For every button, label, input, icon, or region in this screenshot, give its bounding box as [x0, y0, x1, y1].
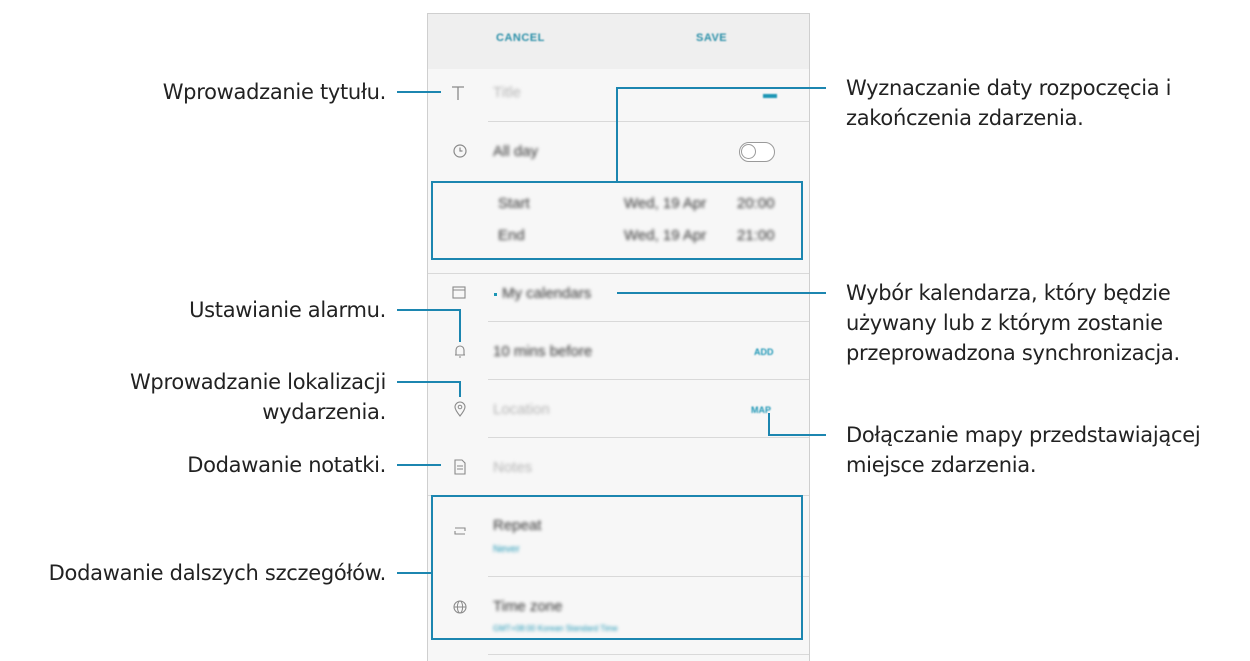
callout-calendar-line3: przeprowadzona synchronizacja. — [846, 341, 1180, 365]
all-day-toggle[interactable] — [739, 142, 775, 162]
alarm-connector — [459, 309, 461, 342]
callout-location-line2: wydarzenia. — [262, 400, 386, 424]
divider — [488, 654, 809, 655]
bell-icon — [455, 345, 465, 358]
callout-dates-line1: Wyznaczanie daty rozpoczęcia i — [846, 76, 1172, 100]
location-pin-icon — [454, 401, 466, 417]
dates-connector — [616, 87, 618, 183]
text-title-icon — [452, 86, 464, 100]
alarm-connector — [397, 309, 461, 311]
clock-icon — [453, 144, 467, 158]
callout-location-line1: Wprowadzanie lokalizacji — [129, 370, 386, 394]
map-connector — [768, 413, 770, 436]
divider — [488, 379, 809, 380]
callout-dates-line2: zakończenia zdarzenia. — [846, 106, 1084, 130]
divider — [428, 273, 809, 274]
callout-details-text: Dodawanie dalszych szczegółów. — [48, 561, 387, 585]
details-connector — [397, 572, 432, 574]
divider — [488, 121, 809, 122]
all-day-label: All day — [493, 143, 539, 160]
calendar-connector — [617, 292, 826, 294]
calendar-selector[interactable]: My calendars — [502, 285, 591, 302]
alarm-label: 10 mins before — [493, 343, 593, 360]
date-range-highlight — [431, 181, 803, 260]
callout-dates: Wyznaczanie daty rozpoczęcia i zakończen… — [846, 73, 1172, 133]
callout-map-line1: Dołączanie mapy przedstawiającej — [846, 423, 1201, 447]
calendar-icon — [452, 286, 466, 299]
notes-input[interactable]: Notes — [493, 459, 532, 476]
callout-notes: Dodawanie notatki. — [187, 450, 386, 480]
callout-map: Dołączanie mapy przedstawiającej miejsce… — [846, 420, 1201, 480]
callout-location: Wprowadzanie lokalizacji wydarzenia. — [130, 367, 386, 427]
save-button[interactable]: SAVE — [696, 32, 727, 44]
callout-alarm: Ustawianie alarmu. — [189, 295, 386, 325]
callout-notes-text: Dodawanie notatki. — [187, 453, 386, 477]
title-underline-marker — [763, 94, 777, 98]
notes-icon — [454, 459, 466, 475]
callout-calendar: Wybór kalendarza, który będzie używany l… — [846, 278, 1180, 368]
calendar-color-dot — [494, 293, 497, 296]
notes-connector — [397, 464, 441, 466]
map-connector — [768, 434, 826, 436]
callout-calendar-line2: używany lub z którym zostanie — [846, 311, 1163, 335]
top-action-bar: CANCEL SAVE — [428, 14, 809, 69]
callout-title: Wprowadzanie tytułu. — [162, 77, 387, 107]
callout-alarm-text: Ustawianie alarmu. — [189, 298, 386, 322]
divider — [488, 437, 809, 438]
add-alarm-button[interactable]: ADD — [754, 347, 774, 357]
divider — [488, 321, 809, 322]
location-connector — [459, 381, 461, 397]
callout-details: Dodawanie dalszych szczegółów. — [48, 558, 387, 588]
details-highlight — [431, 495, 803, 640]
title-input[interactable]: Title — [493, 84, 521, 101]
title-connector — [397, 91, 441, 93]
location-input[interactable]: Location — [493, 401, 550, 418]
location-connector — [397, 381, 461, 383]
dates-connector — [616, 87, 826, 89]
cancel-button[interactable]: CANCEL — [496, 32, 545, 44]
callout-title-text: Wprowadzanie tytułu. — [162, 80, 387, 104]
callout-calendar-line1: Wybór kalendarza, który będzie — [846, 281, 1171, 305]
callout-map-line2: miejsce zdarzenia. — [846, 453, 1037, 477]
